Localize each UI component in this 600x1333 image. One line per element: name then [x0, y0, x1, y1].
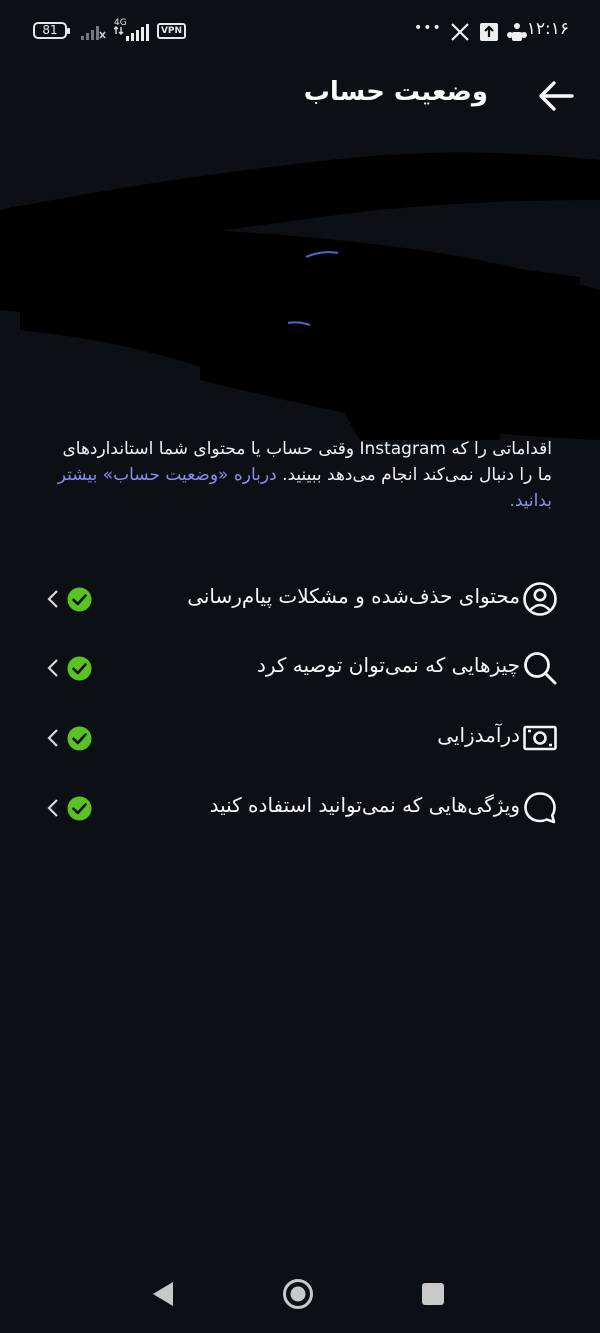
vpn-badge: VPN: [157, 23, 186, 39]
chevron-left-icon: [47, 590, 58, 608]
check-circle-icon: [67, 656, 92, 681]
nav-recents-icon[interactable]: [416, 1277, 450, 1311]
nav-back-icon[interactable]: [147, 1277, 181, 1311]
chevron-left-icon: [47, 799, 58, 817]
account-status-description: اقداماتی را که Instagram وقتی حساب یا مح…: [48, 436, 552, 514]
status-bar: 81 4G VPN ••• ۱۲:۱۶: [0, 0, 600, 62]
nav-home-icon[interactable]: [281, 1277, 315, 1311]
chevron-left-icon: [47, 729, 58, 747]
more-icon: •••: [414, 20, 442, 36]
status-row-label: چیزهایی که نمی‌توان توصیه کرد: [256, 653, 520, 677]
clock: ۱۲:۱۶: [526, 19, 569, 39]
x-icon: [451, 23, 469, 41]
upload-icon: [480, 23, 498, 41]
system-nav-bar: [0, 1255, 600, 1333]
status-row-features[interactable]: ویژگی‌هایی که نمی‌توانید استفاده کنید: [0, 773, 600, 843]
status-row-removed-content[interactable]: محتوای حذف‌شده و مشکلات پیام‌رسانی: [0, 564, 600, 634]
check-circle-icon: [67, 587, 92, 612]
status-row-recommendations[interactable]: چیزهایی که نمی‌توان توصیه کرد: [0, 633, 600, 703]
chat-bubble-icon: [524, 792, 556, 824]
user-circle-icon: [523, 582, 557, 616]
money-icon: [523, 725, 557, 751]
back-arrow-icon[interactable]: [538, 80, 574, 112]
check-circle-icon: [67, 796, 92, 821]
check-circle-icon: [67, 726, 92, 751]
redaction-scribble: [0, 152, 600, 440]
status-row-label: درآمدزایی: [437, 723, 520, 747]
search-icon: [524, 652, 557, 685]
page-title: وضعیت حساب: [303, 77, 488, 107]
signal-2-icon: [114, 24, 149, 41]
status-row-label: ویژگی‌هایی که نمی‌توانید استفاده کنید: [209, 793, 520, 817]
app-notification-icon: [507, 23, 527, 41]
chevron-left-icon: [47, 659, 58, 677]
battery-indicator: 81: [33, 22, 70, 39]
status-row-label: محتوای حذف‌شده و مشکلات پیام‌رسانی: [187, 584, 520, 608]
signal-1-icon: [81, 26, 106, 40]
status-row-monetization[interactable]: درآمدزایی: [0, 703, 600, 773]
